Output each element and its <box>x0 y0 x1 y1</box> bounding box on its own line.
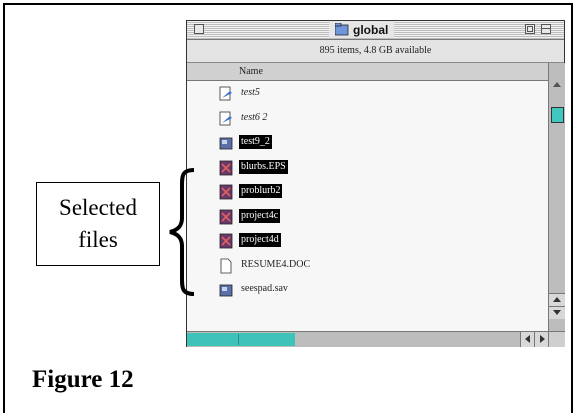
window-info: 895 items, 4.8 GB available <box>187 40 564 63</box>
horizontal-scroll-thumb[interactable] <box>227 334 239 345</box>
column-header-label: Name <box>239 66 263 77</box>
eps-file-icon <box>218 209 234 225</box>
finder-window: global 895 items, 4.8 GB available Name … <box>186 20 565 347</box>
scroll-down-arrow-icon[interactable] <box>549 306 565 319</box>
resize-grow-box[interactable] <box>548 331 565 347</box>
file-name: problurb2 <box>239 184 283 198</box>
application-icon <box>218 282 234 298</box>
file-row[interactable]: RESUME4.DOC <box>187 253 548 278</box>
file-row[interactable]: seespad.sav <box>187 277 548 302</box>
column-header-name[interactable]: Name <box>187 63 548 81</box>
scroll-up-top-icon <box>549 80 565 92</box>
file-row[interactable]: test5 <box>187 81 548 106</box>
file-name: test9_2 <box>239 135 272 149</box>
file-list: test5 test6 2 test9_2 blurbs.EPS problurb2 pr… <box>187 81 548 331</box>
file-name: project4d <box>239 233 281 247</box>
file-row[interactable]: project4d <box>187 228 548 253</box>
application-icon <box>218 135 234 151</box>
window-title-group: global <box>329 21 395 38</box>
document-icon <box>218 86 234 102</box>
figure-caption: Figure 12 <box>32 366 134 393</box>
blank-document-icon <box>218 258 234 274</box>
title-bar[interactable]: global <box>187 21 564 40</box>
scroll-right-arrow-icon[interactable] <box>534 332 549 347</box>
callout-line-1: Selected <box>59 195 137 220</box>
eps-file-icon <box>218 233 234 249</box>
close-box[interactable] <box>194 24 204 34</box>
scroll-up-arrow-icon[interactable] <box>549 293 565 306</box>
scroll-left-arrow-icon[interactable] <box>520 332 535 347</box>
callout-line-2: files <box>78 227 118 252</box>
collapse-box[interactable] <box>541 24 551 34</box>
folder-icon <box>335 23 349 36</box>
file-name: blurbs.EPS <box>239 159 288 174</box>
file-name: RESUME4.DOC <box>241 258 311 270</box>
horizontal-scroll-track-fill <box>187 333 295 346</box>
eps-file-icon <box>218 184 234 200</box>
zoom-box[interactable] <box>525 24 535 34</box>
file-row[interactable]: blurbs.EPS <box>187 155 548 180</box>
file-row[interactable]: project4c <box>187 204 548 229</box>
file-row[interactable]: test9_2 <box>187 130 548 155</box>
callout-label: Selected files <box>36 182 160 266</box>
vertical-scrollbar[interactable] <box>548 63 565 331</box>
window-title: global <box>353 22 389 37</box>
curly-brace-icon <box>169 168 195 296</box>
horizontal-scrollbar[interactable] <box>187 331 549 347</box>
file-name: test5 <box>241 87 260 98</box>
eps-file-icon <box>218 160 234 176</box>
file-name: project4c <box>239 208 281 223</box>
file-row[interactable]: problurb2 <box>187 179 548 204</box>
vertical-scroll-thumb[interactable] <box>551 107 564 123</box>
file-row[interactable]: test6 2 <box>187 106 548 131</box>
file-name: test6 2 <box>241 111 268 123</box>
file-name: seespad.sav <box>241 283 288 294</box>
document-icon <box>218 111 234 127</box>
